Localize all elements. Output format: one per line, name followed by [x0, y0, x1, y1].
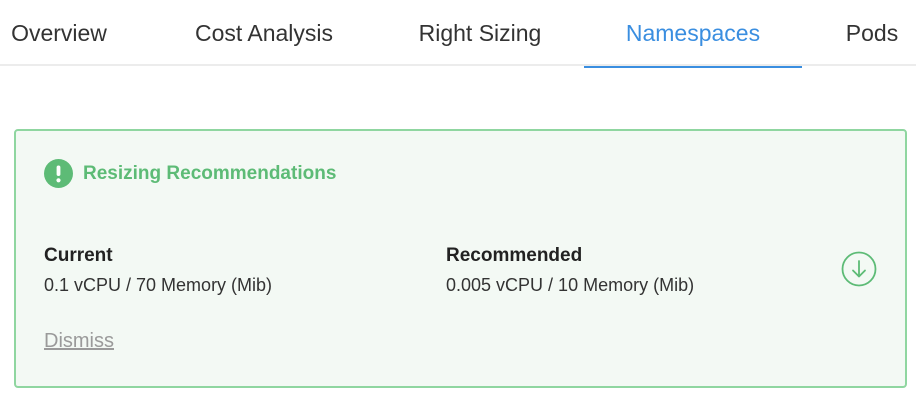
card-title: Resizing Recommendations	[83, 162, 337, 184]
tab-overview[interactable]: Overview	[0, 0, 118, 66]
arrow-down-circle-icon[interactable]	[841, 251, 877, 287]
exclamation-circle-icon	[44, 159, 73, 188]
resizing-recommendation-card: Resizing Recommendations Current 0.1 vCP…	[14, 129, 907, 388]
recommended-label: Recommended	[446, 245, 583, 266]
recommended-column: Recommended 0.005 vCPU / 10 Memory (Mib)	[446, 244, 694, 297]
tab-bar: Overview Cost Analysis Right Sizing Name…	[0, 0, 916, 68]
card-header: Resizing Recommendations	[44, 159, 336, 188]
tab-cost-analysis[interactable]: Cost Analysis	[186, 0, 342, 66]
current-label: Current	[44, 245, 113, 266]
recommended-value: 0.005 vCPU / 10 Memory (Mib)	[446, 275, 695, 295]
tab-namespaces[interactable]: Namespaces	[584, 0, 802, 68]
current-value: 0.1 vCPU / 70 Memory (Mib)	[44, 275, 273, 295]
dismiss-link[interactable]: Dismiss	[44, 330, 114, 353]
current-column: Current 0.1 vCPU / 70 Memory (Mib)	[44, 244, 272, 297]
tab-right-sizing[interactable]: Right Sizing	[408, 0, 552, 66]
tab-pods[interactable]: Pods	[838, 0, 906, 66]
